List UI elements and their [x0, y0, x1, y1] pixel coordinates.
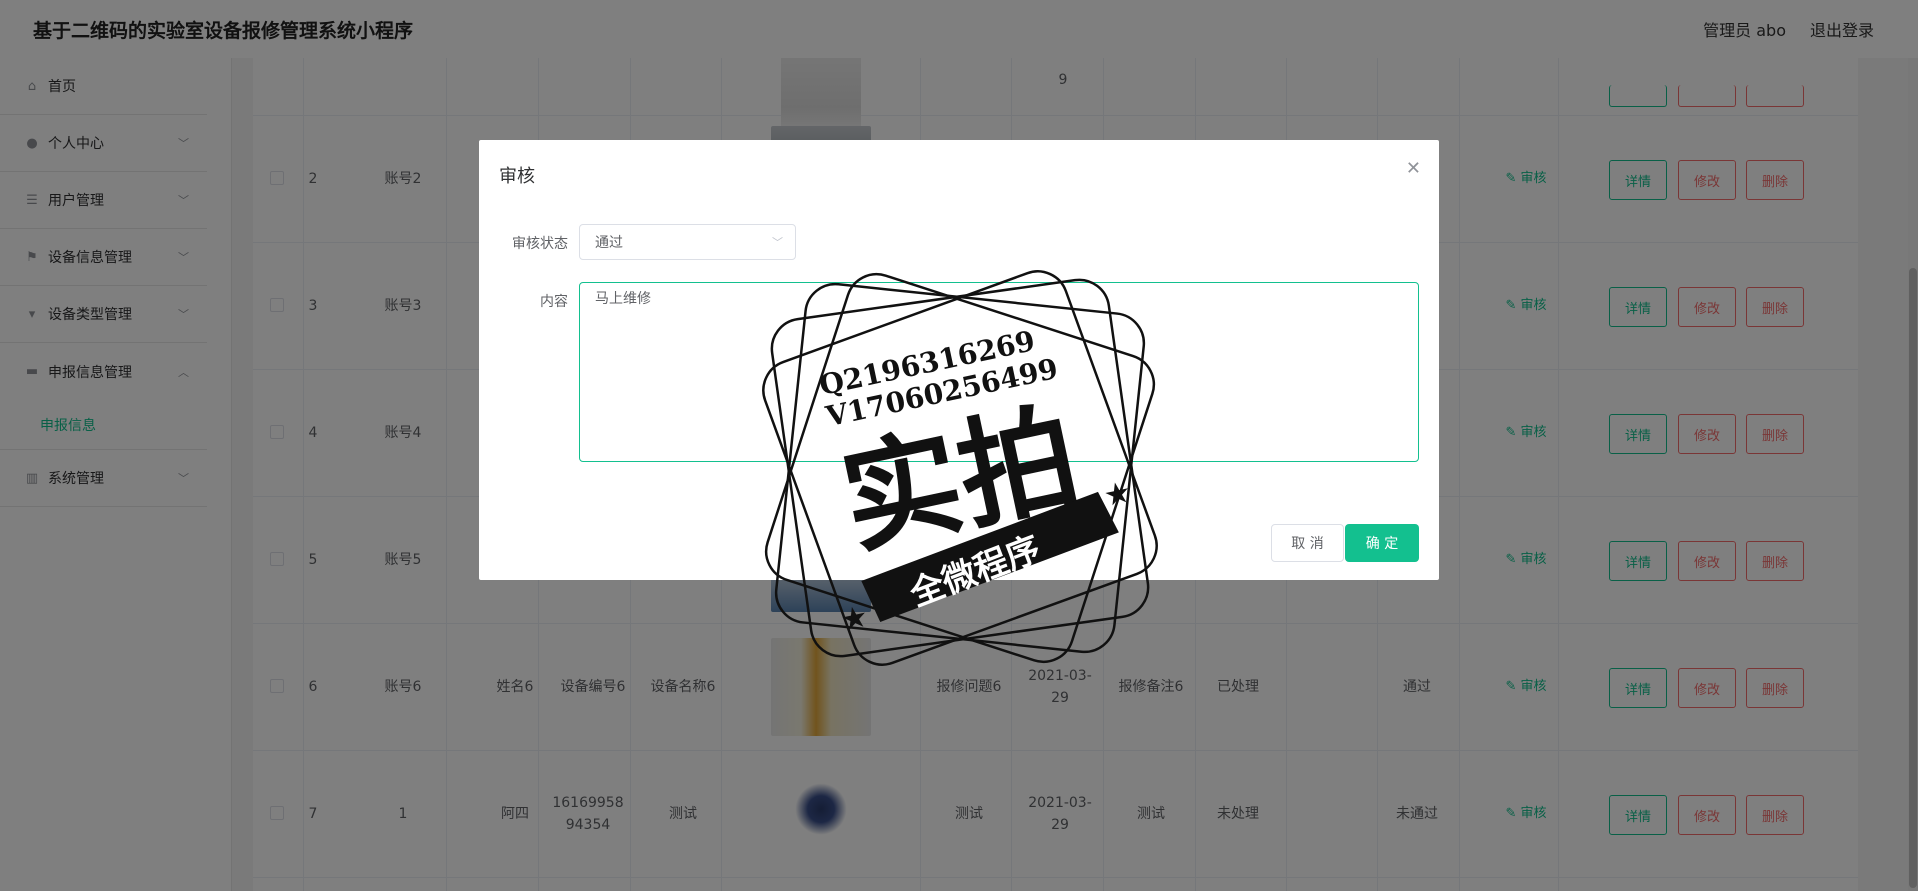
- status-select-value: 通过: [595, 235, 623, 251]
- chevron-down-icon: ﹀: [772, 236, 783, 249]
- content-label: 内容: [540, 294, 568, 310]
- cancel-button[interactable]: 取 消: [1271, 524, 1344, 562]
- dialog-title: 审核: [499, 166, 535, 187]
- confirm-button[interactable]: 确 定: [1345, 524, 1419, 562]
- close-icon[interactable]: ✕: [1406, 158, 1421, 179]
- status-select[interactable]: 通过 ﹀: [579, 224, 796, 260]
- watermark-stamp: Q2196316269 V17060256499 实拍 全微程序 ★ ★: [762, 270, 1158, 666]
- status-label: 审核状态: [512, 236, 568, 252]
